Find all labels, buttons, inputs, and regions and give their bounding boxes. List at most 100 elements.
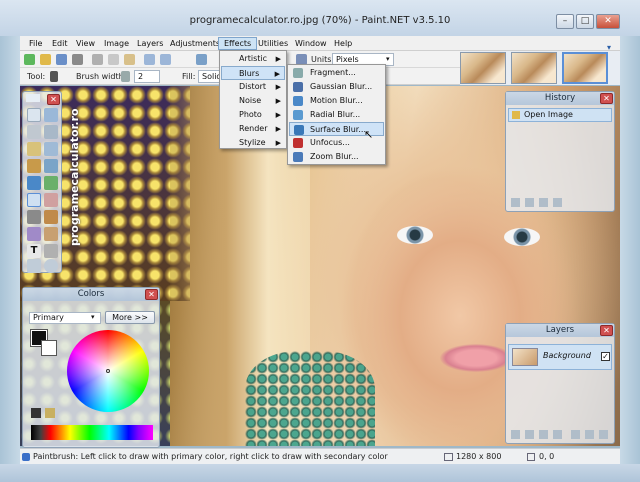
swap-colors-icon[interactable] [45, 408, 55, 418]
chevron-down-icon[interactable]: ▾ [600, 43, 618, 53]
blur-item-gaussian[interactable]: Gaussian Blur... [289, 80, 384, 94]
mouse-cursor-icon: ↖ [364, 128, 374, 141]
merge-layer-icon[interactable] [553, 430, 562, 439]
close-button[interactable]: ✕ [596, 14, 620, 29]
reset-colors-icon[interactable] [31, 408, 41, 418]
paste-icon[interactable] [124, 54, 135, 65]
effects-item-render[interactable]: Render ▶ [221, 122, 285, 136]
magic-wand-icon[interactable] [27, 159, 41, 173]
menu-item-label: Stylize [239, 138, 266, 147]
chevron-down-icon[interactable]: ▾ [386, 55, 390, 63]
color-palette[interactable] [31, 425, 153, 440]
more-button[interactable]: More >> [105, 311, 155, 324]
menu-item-label: Photo [239, 110, 262, 119]
effects-item-blurs[interactable]: Blurs ▶ [221, 66, 285, 80]
ellipse-select-icon[interactable] [27, 142, 41, 156]
menu-image[interactable]: Image [99, 37, 134, 50]
menu-edit[interactable]: Edit [47, 37, 73, 50]
menu-view[interactable]: View [71, 37, 100, 50]
effects-item-noise[interactable]: Noise ▶ [221, 94, 285, 108]
rewind-icon[interactable] [511, 198, 520, 207]
surface-blur-icon [294, 125, 304, 135]
move-layer-down-icon[interactable] [585, 430, 594, 439]
line-curve-icon[interactable] [44, 244, 58, 258]
redo-icon[interactable] [539, 198, 548, 207]
menu-layers[interactable]: Layers [132, 37, 168, 50]
image-thumbnail[interactable] [511, 52, 557, 84]
copy-icon[interactable] [108, 54, 119, 65]
duplicate-layer-icon[interactable] [539, 430, 548, 439]
close-icon[interactable]: ✕ [600, 93, 613, 104]
rectangle-icon[interactable] [27, 259, 41, 273]
effects-item-photo[interactable]: Photo ▶ [221, 108, 285, 122]
pencil-icon[interactable] [27, 210, 41, 224]
blur-item-fragment[interactable]: Fragment... [289, 66, 384, 80]
new-icon[interactable] [24, 54, 35, 65]
menu-item-label: Noise [239, 96, 262, 105]
rectangle-select-icon[interactable] [27, 108, 41, 122]
blur-item-motion[interactable]: Motion Blur... [289, 94, 384, 108]
menu-window[interactable]: Window [290, 37, 332, 50]
effects-item-artistic[interactable]: Artistic ▶ [221, 52, 285, 66]
color-picker-icon[interactable] [44, 210, 58, 224]
undo-icon[interactable] [525, 198, 534, 207]
undo-icon[interactable] [144, 54, 155, 65]
add-layer-icon[interactable] [511, 430, 520, 439]
print-icon[interactable] [72, 54, 83, 65]
zoom-tool-icon[interactable] [44, 142, 58, 156]
menu-file[interactable]: File [24, 37, 47, 50]
menu-help[interactable]: Help [329, 37, 357, 50]
lasso-icon[interactable] [27, 125, 41, 139]
blur-item-radial[interactable]: Radial Blur... [289, 108, 384, 122]
layer-properties-icon[interactable] [599, 430, 608, 439]
paint-bucket-icon[interactable] [27, 176, 41, 190]
clone-stamp-icon[interactable] [27, 227, 41, 241]
move-layer-up-icon[interactable] [571, 430, 580, 439]
minimize-button[interactable]: – [556, 14, 574, 29]
chevron-down-icon[interactable]: ▾ [91, 313, 95, 321]
save-icon[interactable] [56, 54, 67, 65]
paintbrush-icon[interactable] [50, 71, 58, 82]
close-icon[interactable]: ✕ [600, 325, 613, 336]
move-icon[interactable] [44, 108, 58, 122]
zoom-icon[interactable] [196, 54, 207, 65]
cut-icon[interactable] [92, 54, 103, 65]
tools-panel: ✕ T [22, 91, 62, 273]
gradient-icon[interactable] [44, 176, 58, 190]
ellipse-icon[interactable] [44, 259, 58, 273]
delete-layer-icon[interactable] [525, 430, 534, 439]
open-icon [512, 111, 520, 119]
maximize-button[interactable]: □ [576, 14, 594, 29]
recolor-icon[interactable] [44, 227, 58, 241]
menu-utilities[interactable]: Utilities [253, 37, 293, 50]
chevron-right-icon: ▶ [275, 83, 281, 91]
redo-icon[interactable] [160, 54, 171, 65]
pan-icon[interactable] [44, 159, 58, 173]
brush-width-input[interactable]: 2 [134, 70, 160, 83]
chevron-right-icon: ▶ [275, 55, 281, 63]
move-selection-icon[interactable] [44, 125, 58, 139]
decrease-icon[interactable] [121, 71, 130, 82]
layer-visible-checkbox[interactable]: ✓ [601, 352, 610, 361]
blur-item-zoom[interactable]: Zoom Blur... [289, 150, 384, 164]
close-icon[interactable]: ✕ [145, 289, 158, 300]
watermark-text: programecalculator.ro [68, 108, 81, 246]
image-tabs: ▾ [460, 43, 620, 85]
paintbrush-tool-icon[interactable] [27, 193, 41, 207]
secondary-color-swatch[interactable] [41, 340, 57, 356]
image-thumbnail-active[interactable] [562, 52, 608, 84]
color-wheel-cursor[interactable] [106, 369, 110, 373]
open-icon[interactable] [40, 54, 51, 65]
menu-adjustments[interactable]: Adjustments [165, 37, 225, 50]
eraser-icon[interactable] [44, 193, 58, 207]
menu-effects[interactable]: Effects [218, 37, 258, 50]
image-thumbnail[interactable] [460, 52, 506, 84]
text-icon[interactable]: T [27, 244, 41, 258]
fast-forward-icon[interactable] [553, 198, 562, 207]
blurs-submenu: Fragment... Gaussian Blur... Motion Blur… [287, 64, 386, 165]
effects-item-distort[interactable]: Distort ▶ [221, 80, 285, 94]
layer-row[interactable]: Background ✓ [508, 344, 612, 370]
close-icon[interactable]: ✕ [47, 94, 60, 105]
effects-item-stylize[interactable]: Stylize ▶ [221, 136, 285, 150]
history-item[interactable]: Open Image [508, 108, 612, 122]
